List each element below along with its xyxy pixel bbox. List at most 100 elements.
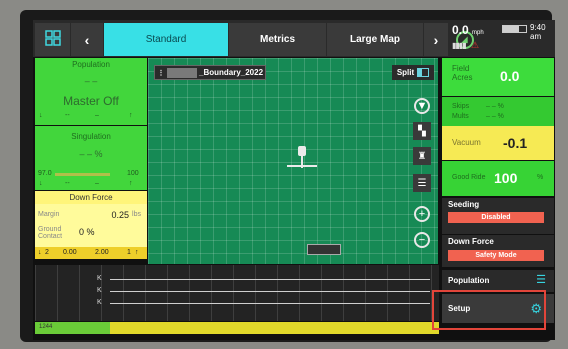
tab-metrics[interactable]: Metrics [229,23,326,56]
planter-view-button[interactable]: ♜ [413,147,431,165]
singulation-max: 100 [127,170,139,177]
split-label: Split [396,68,415,77]
list-icon: ☰ [417,177,427,189]
setup-highlight-box [432,290,546,330]
vacuum-panel[interactable]: Vacuum -0.1 [442,126,554,160]
good-ride-label: Good Ride [452,174,486,181]
singulation-title: Singulation [71,132,111,141]
zoom-in-button[interactable]: + [414,206,430,222]
population-title: Population [72,60,110,69]
tab-large-map[interactable]: Large Map [327,23,423,56]
ground-contact-row: Ground Contact 0 % [35,226,147,240]
chevron-right-icon: › [433,31,439,48]
zoom-out-button[interactable]: − [414,232,430,248]
population-button-label: Population [448,276,490,285]
row-status-label: 1244 [35,322,110,334]
down-force-panel[interactable]: Down Force Margin 0.25 lbs Ground Contac… [35,191,147,259]
down-force-footer-right: 2.00 [95,249,109,256]
good-ride-unit: % [537,174,544,181]
chevron-left-icon: ‹ [84,31,90,48]
down-force-footer-mid: 0.00 [63,249,77,256]
plus-icon: + [418,208,426,220]
population-button[interactable]: Population ☰ [442,270,554,292]
good-ride-panel[interactable]: Good Ride 100 % [442,161,554,196]
ground-contact-label: Ground Contact [38,226,63,240]
seeding-status-badge: Disabled [448,212,544,223]
seeding-label: Seeding [448,200,480,209]
implement-bar [287,165,317,167]
menu-icon: ⋮ [157,69,165,77]
mults-label: Mults [452,113,469,120]
ground-contact-value: 0 % [79,227,95,237]
apps-grid-button[interactable] [35,23,70,56]
checker-icon: ▚ [418,125,426,137]
down-force-title: Down Force [35,191,147,204]
population-row-range: ↓ -- – ↑ [35,112,147,122]
arrow-up-icon: ↑ [129,180,133,187]
arrow-down-icon: ↓ [39,180,43,187]
arrow-up-icon: ↑ [129,112,133,119]
field-acres-label: Field Acres [452,64,473,82]
singulation-value: – – % [79,149,103,159]
map-layers-button[interactable]: ▚ [413,122,431,140]
graph-k-label: K [97,275,102,282]
compass-button[interactable]: ▼ [414,98,430,114]
population-panel[interactable]: Population – – Master Off ↓ -- – ↑ [35,58,147,125]
arrow-up-icon: ↑ [135,249,139,256]
seeding-control[interactable]: Seeding Disabled [442,198,554,234]
split-screen-icon [417,68,430,77]
list-icon: ☰ [536,274,546,286]
singulation-row-range: ↓ -- – ↑ [35,180,147,190]
population-row-min: -- [65,112,70,119]
graph-line [110,279,430,280]
good-ride-value: 100 [494,170,518,186]
down-force-footer: ↓ 2 0.00 2.00 1 ↑ [35,247,147,259]
population-value: – – [84,76,98,86]
planter-icon: ♜ [417,150,427,162]
redacted-name [167,67,197,78]
graph-k-label: K [97,299,102,306]
margin-unit: lbs [132,211,141,218]
singulation-row-max: – [95,180,99,187]
tab-standard[interactable]: Standard [104,23,228,56]
field-name-selector[interactable]: ⋮ _Boundary_2022 [154,65,266,80]
singulation-panel[interactable]: Singulation – – % 97.0 100 ↓ -- – ↑ [35,126,147,190]
grid-icon [44,30,61,49]
arrow-down-icon: ↓ [38,249,42,256]
down-force-status-badge: Safety Mode [448,250,544,261]
field-map[interactable]: ⋮ _Boundary_2022 Split ▼ ▚ ♜ ☰ + − [148,58,438,264]
field-acres-value: 0.0 [500,68,520,84]
singulation-row-min: -- [65,180,70,187]
margin-label: Margin [38,211,60,218]
mults-value: – – % [486,113,504,120]
graph-k-label: K [97,287,102,294]
margin-row: Margin 0.25 lbs [35,209,147,223]
previous-page-button[interactable]: ‹ [71,23,103,56]
field-acres-panel[interactable]: Field Acres 0.0 [442,58,554,96]
down-force-footer-left: 2 [45,249,49,256]
legend-button[interactable]: ☰ [413,174,431,192]
down-force-footer-right-num: 1 [127,249,131,256]
down-force-control[interactable]: Down Force Safety Mode [442,235,554,267]
graph-line [110,291,430,292]
population-row-max: – [95,112,99,119]
arrow-down-icon: ↓ [39,112,43,119]
master-status: Master Off [63,94,119,108]
map-scale-bar [307,244,341,255]
row-graph: K K K [35,265,439,321]
skips-label: Skips [452,103,470,110]
tractor-icon [298,146,306,156]
down-force-label: Down Force [448,237,494,246]
skips-value: – – % [486,103,504,110]
compass-icon: ▼ [416,100,428,112]
row-status-bar: 1244 [35,322,439,334]
vacuum-label: Vacuum [452,138,481,147]
vacuum-value: -0.1 [503,135,528,151]
split-view-button[interactable]: Split [392,65,434,80]
graph-line [110,303,430,304]
field-name-label: _Boundary_2022 [199,68,264,77]
singulation-min: 97.0 [38,170,52,177]
minus-icon: − [418,234,426,246]
singulation-bar [55,173,110,176]
margin-value: 0.25 [111,210,129,220]
